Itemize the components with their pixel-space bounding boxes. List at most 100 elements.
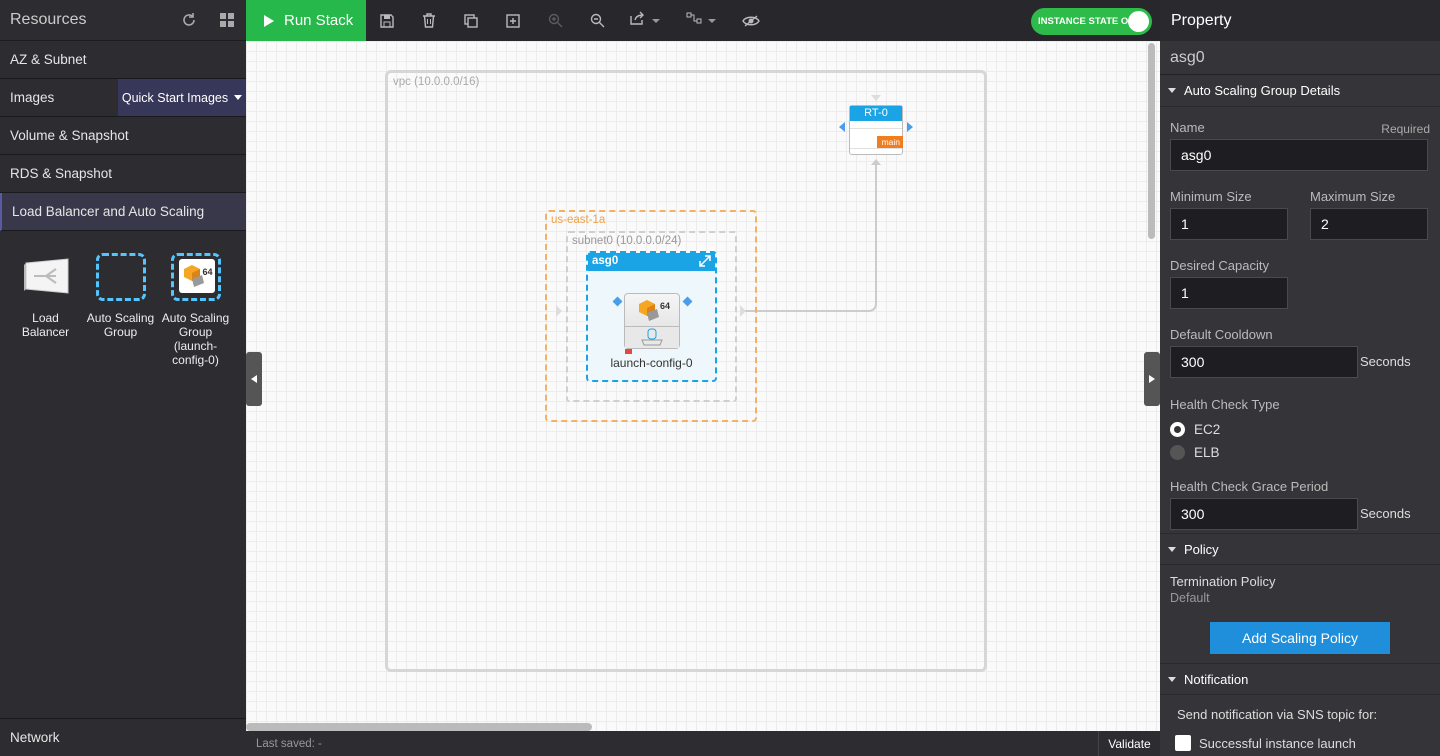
health-check-type-label: Health Check Type — [1170, 397, 1280, 412]
section-az-subnet[interactable]: AZ & Subnet — [0, 41, 246, 79]
validate-button[interactable]: Validate — [1098, 731, 1160, 756]
resource-auto-scaling-group[interactable]: Auto Scaling Group — [83, 251, 158, 367]
radio-ec2[interactable] — [1170, 422, 1185, 437]
rt-port-right-icon[interactable] — [907, 122, 913, 132]
selected-resource-name: asg0 — [1160, 41, 1440, 75]
section-label: RDS & Snapshot — [10, 166, 113, 181]
status-bar: Last saved: - Validate — [246, 731, 1160, 756]
launch-config-node[interactable]: 64 — [624, 293, 680, 354]
section-rds-snapshot[interactable]: RDS & Snapshot — [0, 155, 246, 193]
caret-down-icon — [1168, 88, 1176, 93]
seconds-label: Seconds — [1360, 354, 1411, 369]
section-load-balancer-auto-scaling[interactable]: Load Balancer and Auto Scaling — [0, 193, 246, 231]
instance-state-toggle[interactable]: INSTANCE STATE ON — [1031, 8, 1152, 35]
horizontal-scrollbar[interactable] — [246, 723, 592, 731]
group-notification[interactable]: Notification — [1160, 663, 1440, 695]
default-cooldown-label: Default Cooldown — [1170, 327, 1273, 342]
route-table-label: RT-0 — [850, 106, 902, 121]
route-table-node[interactable]: RT-0 main — [849, 105, 903, 155]
resources-header: Resources — [0, 0, 246, 41]
resources-panel: Resources AZ & Subnet Images Quick Start… — [0, 0, 246, 756]
add-scaling-policy-button[interactable]: Add Scaling Policy — [1210, 622, 1390, 654]
port-right-icon[interactable] — [682, 296, 693, 307]
name-input[interactable]: asg0 — [1170, 139, 1428, 171]
section-label: Network — [10, 730, 60, 745]
grace-period-input[interactable]: 300 — [1170, 498, 1358, 530]
default-cooldown-input[interactable]: 300 — [1170, 346, 1358, 378]
launch-config-label: launch-config-0 — [610, 356, 693, 370]
min-size-input[interactable]: 1 — [1170, 208, 1288, 240]
grid-view-icon[interactable] — [218, 11, 236, 29]
resources-title: Resources — [10, 11, 87, 28]
load-balancer-icon — [20, 251, 72, 303]
status-indicator — [625, 349, 632, 354]
desired-capacity-label: Desired Capacity — [1170, 258, 1269, 273]
section-images[interactable]: Images Quick Start Images — [0, 79, 246, 117]
collapse-right-panel-button[interactable] — [1144, 352, 1160, 406]
duplicate-icon[interactable] — [450, 0, 492, 41]
export-icon — [630, 11, 646, 30]
zoom-out-icon[interactable] — [576, 0, 618, 41]
lc-badge: 64 — [660, 301, 671, 311]
lc-badge: 64 — [202, 267, 213, 277]
max-size-label: Maximum Size — [1310, 189, 1396, 204]
radio-elb[interactable] — [1170, 445, 1185, 460]
section-label: Volume & Snapshot — [10, 128, 129, 143]
line-style-dropdown[interactable] — [674, 0, 726, 41]
line-style-icon — [686, 11, 702, 30]
group-label: Auto Scaling Group Details — [1184, 83, 1341, 98]
successful-launch-label: Successful instance launch — [1199, 736, 1356, 751]
last-saved-text: Last saved: - — [256, 737, 322, 750]
caret-down-icon — [1168, 546, 1176, 552]
resource-list: Load Balancer Auto Scaling Group 64 Auto… — [0, 231, 246, 367]
port-left-icon[interactable] — [612, 296, 623, 307]
az-label: us-east-1a — [551, 214, 606, 226]
dropdown-label: Quick Start Images — [121, 90, 229, 105]
desired-capacity-input[interactable]: 1 — [1170, 277, 1288, 309]
successful-launch-checkbox[interactable] — [1175, 735, 1191, 751]
section-volume-snapshot[interactable]: Volume & Snapshot — [0, 117, 246, 155]
resource-label: Auto Scaling Group (launch-config-0) — [161, 311, 230, 367]
group-label: Policy — [1184, 541, 1219, 557]
design-canvas[interactable]: vpc (10.0.0.0/16) us-east-1a subnet0 (10… — [246, 41, 1160, 731]
instance-state-label: INSTANCE STATE ON — [1038, 16, 1136, 27]
auto-scaling-group-node[interactable]: asg0 64 launch-config-0 — [586, 251, 717, 382]
save-icon[interactable] — [366, 0, 408, 41]
group-policy[interactable]: Policy — [1160, 533, 1440, 565]
subnet-label: subnet0 (10.0.0.0/24) — [572, 235, 682, 247]
visibility-icon[interactable] — [730, 0, 772, 41]
zoom-in-icon[interactable] — [534, 0, 576, 41]
caret-down-icon — [234, 95, 243, 100]
main-tag: main — [876, 136, 903, 148]
resource-auto-scaling-group-launch-config[interactable]: 64 Auto Scaling Group (launch-config-0) — [158, 251, 233, 367]
export-dropdown[interactable] — [618, 0, 670, 41]
resource-label: Auto Scaling Group — [86, 311, 155, 339]
asg-label: asg0 — [592, 255, 619, 267]
section-network[interactable]: Network — [0, 718, 246, 756]
new-icon[interactable] — [492, 0, 534, 41]
quick-start-images-dropdown[interactable]: Quick Start Images — [118, 79, 246, 116]
run-stack-button[interactable]: Run Stack — [246, 0, 366, 41]
delete-icon[interactable] — [408, 0, 450, 41]
required-label: Required — [1381, 122, 1430, 136]
refresh-icon[interactable] — [180, 11, 198, 29]
max-size-input[interactable]: 2 — [1310, 208, 1428, 240]
launch-config-icon: 64 — [170, 251, 222, 303]
property-title: Property — [1160, 0, 1440, 41]
auto-scaling-group-icon — [95, 251, 147, 303]
resource-label: Load Balancer — [21, 311, 70, 339]
section-label: Load Balancer and Auto Scaling — [12, 204, 205, 219]
grace-period-label: Health Check Grace Period — [1170, 479, 1329, 494]
group-asg-details[interactable]: Auto Scaling Group Details — [1160, 75, 1440, 107]
vertical-scrollbar[interactable] — [1148, 43, 1155, 239]
expand-icon[interactable] — [699, 255, 711, 273]
collapse-left-panel-button[interactable] — [246, 352, 262, 406]
termination-policy-value: Default — [1170, 591, 1210, 605]
rt-port-left-icon[interactable] — [839, 122, 845, 132]
radio-ec2-label: EC2 — [1194, 422, 1221, 437]
run-stack-label: Run Stack — [284, 12, 354, 29]
seconds-label: Seconds — [1360, 506, 1411, 521]
asg-header: asg0 — [588, 253, 715, 271]
resource-load-balancer[interactable]: Load Balancer — [8, 251, 83, 367]
property-panel: Property asg0 Auto Scaling Group Details… — [1160, 0, 1440, 756]
